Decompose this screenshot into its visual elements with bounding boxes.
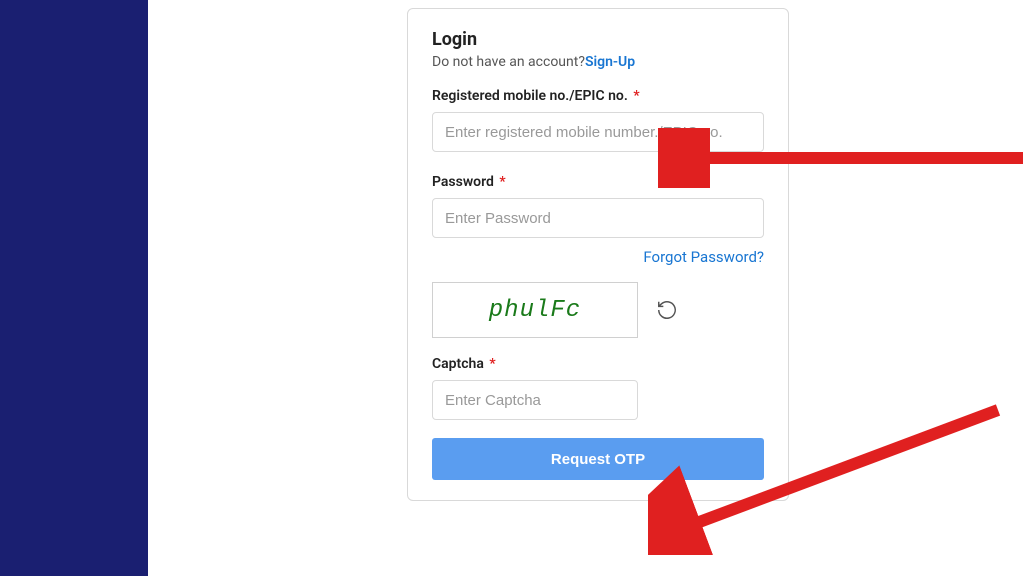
password-field-block: Password * — [432, 174, 764, 244]
request-otp-button[interactable]: Request OTP — [432, 438, 764, 480]
captcha-text: phulFc — [489, 297, 581, 324]
mobile-input[interactable] — [432, 112, 764, 152]
password-label: Password * — [432, 174, 764, 190]
password-input[interactable] — [432, 198, 764, 238]
mobile-label: Registered mobile no./EPIC no. * — [432, 88, 764, 104]
mobile-label-text: Registered mobile no./EPIC no. — [432, 88, 628, 104]
captcha-input[interactable] — [432, 380, 638, 420]
required-star-icon: * — [499, 174, 505, 190]
password-label-text: Password — [432, 174, 494, 190]
captcha-row: phulFc — [432, 282, 764, 338]
mobile-field-block: Registered mobile no./EPIC no. * — [432, 88, 764, 158]
signup-link[interactable]: Sign-Up — [585, 54, 635, 70]
captcha-label-text: Captcha — [432, 356, 484, 372]
signup-row: Do not have an account?Sign-Up — [432, 54, 764, 70]
captcha-field-block: Captcha * — [432, 356, 764, 438]
forgot-password-link[interactable]: Forgot Password? — [432, 248, 764, 266]
login-card: Login Do not have an account?Sign-Up Reg… — [407, 8, 789, 501]
required-star-icon: * — [489, 356, 495, 372]
login-title: Login — [432, 29, 764, 50]
required-star-icon: * — [633, 88, 639, 104]
captcha-label: Captcha * — [432, 356, 764, 372]
refresh-captcha-icon[interactable] — [656, 299, 678, 321]
signup-prompt: Do not have an account? — [432, 54, 585, 70]
left-sidebar — [0, 0, 148, 576]
captcha-image: phulFc — [432, 282, 638, 338]
